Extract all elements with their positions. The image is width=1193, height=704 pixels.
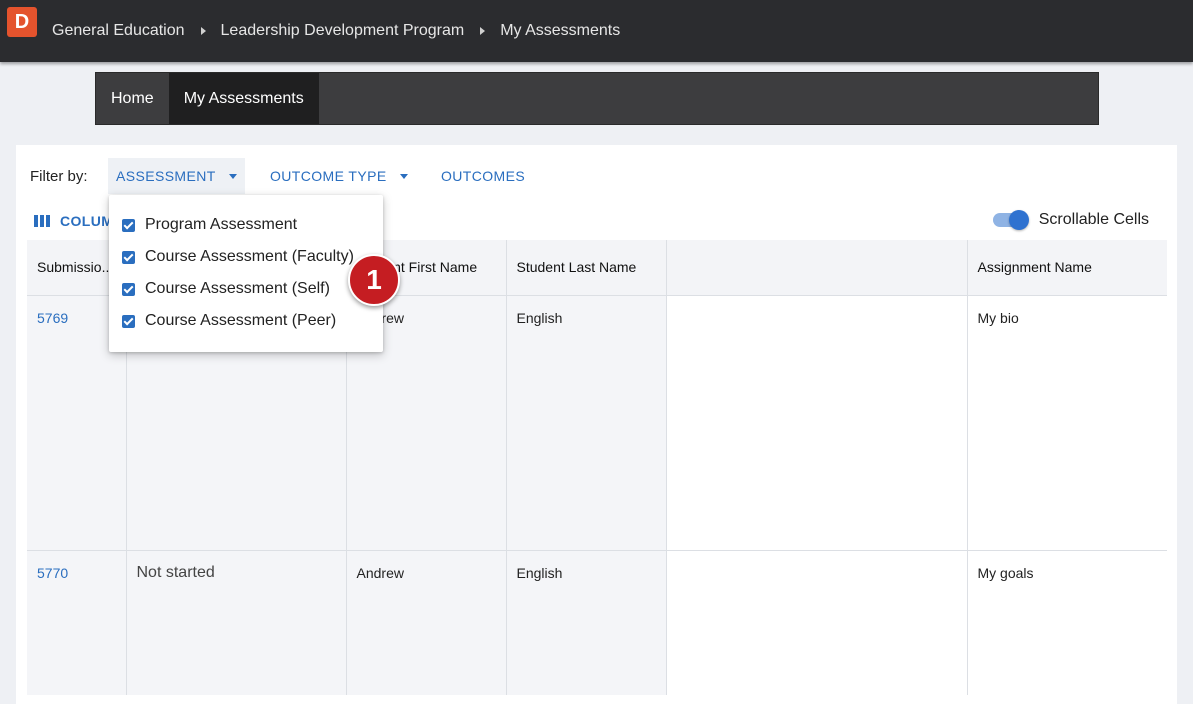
menu-item-program-assessment[interactable]: Program Assessment <box>109 209 383 241</box>
column-header-blank[interactable] <box>666 240 968 296</box>
first-name-cell: Andrew <box>346 550 507 695</box>
menu-item-label: Program Assessment <box>145 216 298 233</box>
assessment-filter-label: ASSESSMENT <box>116 168 216 184</box>
chevron-right-icon <box>200 27 206 35</box>
toggle-switch[interactable] <box>992 210 1029 230</box>
assessment-filter-button[interactable]: ASSESSMENT <box>108 158 245 194</box>
breadcrumb-general-education[interactable]: General Education <box>52 22 185 40</box>
breadcrumb: General Education Leadership Development… <box>52 20 620 42</box>
last-name-cell: English <box>506 550 667 695</box>
checkbox-checked-icon[interactable] <box>122 282 135 296</box>
columns-icon <box>34 215 50 227</box>
menu-item-course-assessment-peer[interactable]: Course Assessment (Peer) <box>109 305 383 337</box>
menu-item-label: Course Assessment (Self) <box>145 280 330 297</box>
blank-cell <box>666 295 968 551</box>
top-bar: D General Education Leadership Developme… <box>0 0 1193 62</box>
submission-id-link[interactable]: 5770 <box>27 550 127 695</box>
last-name-cell: English <box>506 295 667 551</box>
scrollable-cells-toggle[interactable]: Scrollable Cells <box>992 210 1149 230</box>
checkbox-checked-icon[interactable] <box>122 218 135 232</box>
scrollable-cells-label: Scrollable Cells <box>1038 211 1149 228</box>
status-cell: Not started <box>126 550 347 695</box>
step-callout-badge: 1 <box>348 254 400 306</box>
menu-item-label: Course Assessment (Peer) <box>145 312 337 329</box>
app-logo[interactable]: D <box>7 7 37 37</box>
menu-item-course-assessment-self[interactable]: Course Assessment (Self) <box>109 273 383 305</box>
caret-down-icon <box>399 174 408 179</box>
menu-item-course-assessment-faculty[interactable]: Course Assessment (Faculty) <box>109 241 383 273</box>
table-row: 5770 Not started Andrew English My goals <box>27 550 1167 695</box>
caret-down-icon <box>228 174 237 179</box>
nav-tab-my-assessments[interactable]: My Assessments <box>168 73 319 124</box>
checkbox-checked-icon[interactable] <box>122 314 135 328</box>
assignment-cell: My bio <box>967 295 1167 551</box>
filter-label: Filter by: <box>30 168 88 185</box>
column-header-last-name[interactable]: Student Last Name <box>506 240 667 296</box>
breadcrumb-my-assessments[interactable]: My Assessments <box>500 22 620 40</box>
chevron-right-icon <box>480 27 486 35</box>
checkbox-checked-icon[interactable] <box>122 250 135 264</box>
nav-tab-home[interactable]: Home <box>96 73 169 124</box>
menu-item-label: Course Assessment (Faculty) <box>145 248 354 265</box>
blank-cell <box>666 550 968 695</box>
assignment-cell: My goals <box>967 550 1167 695</box>
outcomes-filter-button[interactable]: OUTCOMES <box>433 158 533 194</box>
column-header-assignment[interactable]: Assignment Name <box>967 240 1167 296</box>
main-nav: Home My Assessments <box>95 72 1099 125</box>
outcome-type-filter-button[interactable]: OUTCOME TYPE <box>262 158 416 194</box>
breadcrumb-program[interactable]: Leadership Development Program <box>221 22 465 40</box>
outcome-type-filter-label: OUTCOME TYPE <box>270 168 387 184</box>
outcomes-filter-label: OUTCOMES <box>441 168 526 184</box>
assessment-filter-menu: Program Assessment Course Assessment (Fa… <box>109 195 383 352</box>
